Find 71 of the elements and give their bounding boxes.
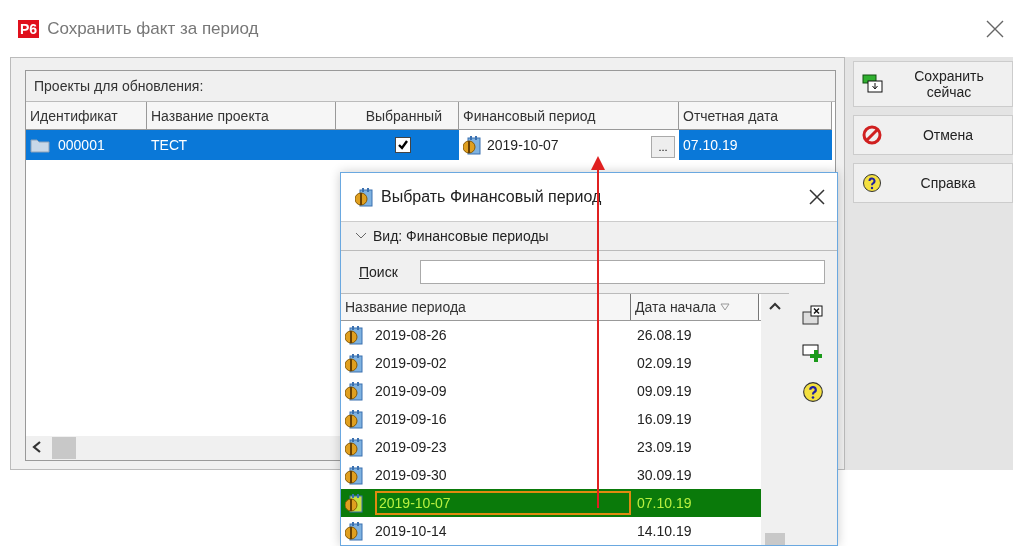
table-cell: 2019-08-26: [375, 327, 447, 343]
column-header[interactable]: Выбранный: [336, 102, 459, 130]
calendar-dollar-icon: [355, 187, 373, 207]
table-cell: ТЕСТ: [151, 137, 188, 153]
table-cell: 09.09.19: [637, 383, 692, 399]
table-cell: 2019-09-30: [375, 467, 447, 483]
window-title: Сохранить факт за период: [47, 18, 260, 39]
table-cell: 2019-09-02: [375, 355, 447, 371]
table-cell: 2019-09-23: [375, 439, 447, 455]
table-cell: 07.10.19: [637, 495, 692, 511]
period-row[interactable]: 2019-08-26 26.08.19: [341, 321, 761, 349]
calendar-dollar-icon: [345, 353, 363, 373]
checkbox[interactable]: [395, 137, 411, 153]
scroll-thumb[interactable]: [52, 437, 76, 459]
sort-icon: [720, 303, 731, 311]
table-cell: 30.09.19: [637, 467, 692, 483]
chevron-down-icon: [355, 232, 367, 240]
column-header[interactable]: Идентификат: [26, 102, 147, 130]
period-row[interactable]: 2019-10-14 14.10.19: [341, 517, 761, 545]
app-badge: P6: [18, 19, 40, 38]
period-row[interactable]: 2019-09-30 30.09.19: [341, 461, 761, 489]
table-cell: 02.09.19: [637, 355, 692, 371]
calendar-dollar-icon: [345, 465, 363, 485]
calendar-dollar-icon: [345, 493, 363, 513]
table-cell: 16.09.19: [637, 411, 692, 427]
table-cell: 2019-09-09: [375, 383, 447, 399]
column-header[interactable]: Название проекта: [147, 102, 336, 130]
browse-button[interactable]: ...: [651, 136, 675, 158]
period-row[interactable]: 2019-09-02 02.09.19: [341, 349, 761, 377]
save-icon: [862, 74, 884, 94]
table-cell: 07.10.19: [683, 137, 738, 153]
column-header[interactable]: Отчетная дата: [679, 102, 832, 130]
search-field[interactable]: [419, 260, 825, 284]
help-icon[interactable]: [802, 381, 824, 403]
field-value: 2019-10-07: [487, 137, 560, 153]
help-button[interactable]: Справка: [853, 163, 1013, 203]
add-icon[interactable]: [802, 343, 824, 363]
calendar-dollar-icon: [345, 521, 363, 541]
view-label: Вид: Финансовые периоды: [373, 228, 549, 244]
column-header[interactable]: Дата начала: [631, 294, 759, 320]
vertical-scrollbar[interactable]: [761, 293, 789, 545]
table-cell: 14.10.19: [637, 523, 692, 539]
table-cell: 2019-10-14: [375, 523, 447, 539]
save-now-button[interactable]: Сохранить сейчас: [853, 61, 1013, 107]
column-header[interactable]: Финансовый период: [459, 102, 679, 130]
calendar-dollar-icon: [345, 437, 363, 457]
panel-title: Проекты для обновления:: [34, 78, 204, 94]
period-row[interactable]: 2019-09-23 23.09.19: [341, 433, 761, 461]
table-cell: 23.09.19: [637, 439, 692, 455]
help-icon: [862, 173, 882, 193]
calendar-dollar-icon: [345, 409, 363, 429]
period-row[interactable]: 2019-09-16 16.09.19: [341, 405, 761, 433]
table-row[interactable]: 000001 ТЕСТ 2019-10-07 ... 07.10.19: [26, 130, 835, 160]
calendar-dollar-icon: [345, 381, 363, 401]
table-cell: 26.08.19: [637, 327, 692, 343]
close-icon[interactable]: [807, 187, 827, 207]
search-label: Поиск: [359, 264, 398, 280]
stop-icon: [862, 125, 882, 145]
view-bar[interactable]: Вид: Финансовые периоды: [341, 222, 837, 251]
table-cell: 000001: [58, 137, 105, 153]
calendar-dollar-icon: [345, 325, 363, 345]
folder-icon: [30, 137, 50, 153]
column-header[interactable]: Название периода: [341, 294, 631, 320]
close-view-icon[interactable]: [802, 305, 824, 325]
cancel-button[interactable]: Отмена: [853, 115, 1013, 155]
period-row[interactable]: 2019-09-09 09.09.19: [341, 377, 761, 405]
calendar-dollar-icon: [463, 135, 481, 155]
table-cell: 2019-10-07: [375, 491, 631, 515]
scroll-up-icon[interactable]: [769, 302, 781, 310]
table-cell: 2019-09-16: [375, 411, 447, 427]
period-row[interactable]: 2019-10-07 07.10.19: [341, 489, 761, 517]
